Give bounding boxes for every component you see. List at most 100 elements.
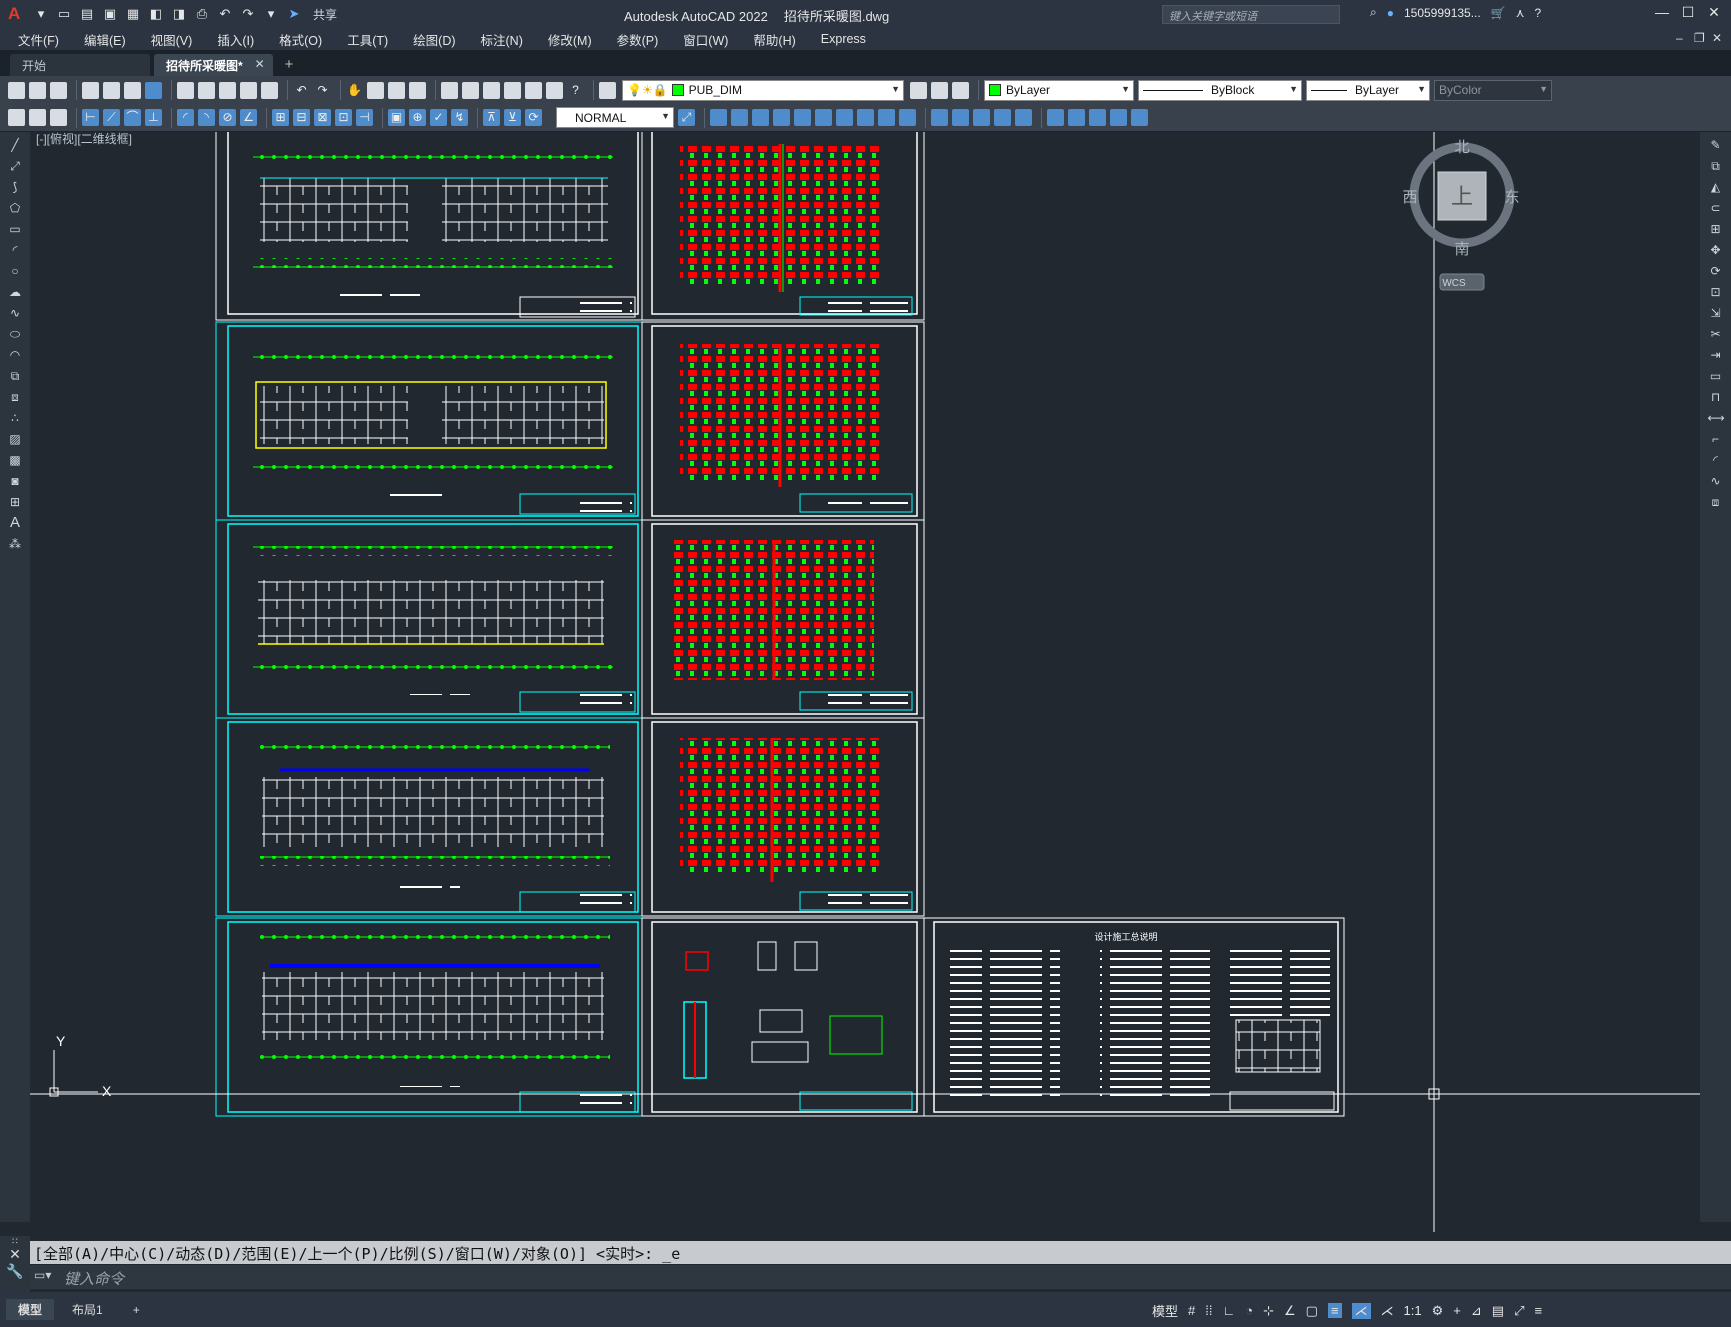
drawing-canvas[interactable]: [-][俯视][二维线框] 设计施工总说明 Y X 上 北 南 东 西 WCS: [30, 132, 1700, 1232]
menu-insert[interactable]: 插入(I): [217, 30, 254, 49]
diameter-dim-icon[interactable]: ⊘: [219, 109, 236, 126]
user-icon[interactable]: ●: [1387, 6, 1394, 20]
new-icon[interactable]: ▭: [56, 6, 72, 22]
jogged-dim-icon[interactable]: ◝: [198, 109, 215, 126]
send-back-icon[interactable]: [50, 109, 67, 126]
mtext-icon[interactable]: A: [7, 515, 23, 531]
angular-dim-icon[interactable]: ∠: [240, 109, 257, 126]
grid-icon[interactable]: #: [1188, 1303, 1195, 1318]
layer-previous-icon[interactable]: [931, 81, 948, 99]
save-web-icon[interactable]: ◨: [171, 6, 187, 22]
calculator-icon[interactable]: [546, 81, 563, 99]
doc-restore-icon[interactable]: ❐: [1694, 31, 1705, 45]
blend-curves-icon[interactable]: ∿: [1708, 473, 1724, 489]
circle-icon[interactable]: ○: [7, 263, 23, 279]
zoom-window-icon[interactable]: [388, 81, 405, 99]
make-block-icon[interactable]: ⧈: [7, 389, 23, 405]
block-editor-icon[interactable]: [261, 81, 278, 99]
draworder-icon[interactable]: [8, 109, 25, 126]
doc-close-icon[interactable]: ✕: [1712, 31, 1722, 45]
erase-icon[interactable]: [710, 109, 727, 126]
bring-front-icon[interactable]: [29, 109, 46, 126]
ungroup-icon[interactable]: [1089, 109, 1106, 126]
stretch-icon[interactable]: [878, 109, 895, 126]
qnew-icon[interactable]: [8, 81, 25, 99]
sheet-details[interactable]: [641, 917, 925, 1117]
menu-file[interactable]: 文件(F): [18, 30, 59, 49]
layer-state-icon[interactable]: [952, 81, 969, 99]
tab-drawing[interactable]: 招待所采暖图* ✕: [154, 54, 273, 76]
preview-icon[interactable]: [103, 81, 120, 99]
dim-space-icon[interactable]: ⊡: [335, 109, 352, 126]
scale-icon[interactable]: [857, 109, 874, 126]
close-tab-icon[interactable]: ✕: [255, 57, 265, 71]
matchprop-icon[interactable]: [240, 81, 257, 99]
grip-icon[interactable]: ∷: [0, 1236, 30, 1246]
inspect-icon[interactable]: ✓: [430, 109, 447, 126]
properties-icon[interactable]: [441, 81, 458, 99]
compass-south[interactable]: 南: [1454, 241, 1469, 258]
wcs-menu[interactable]: WCS: [1442, 278, 1466, 289]
viewcube[interactable]: 上 北 南 东 西 WCS: [1402, 139, 1520, 291]
plot-icon[interactable]: ⎙: [194, 6, 210, 22]
aligned-dim-icon[interactable]: ⟋: [103, 109, 120, 126]
center-mark-icon[interactable]: ⊕: [409, 109, 426, 126]
sheet-heating-system-1[interactable]: [641, 132, 925, 321]
rectangle-icon[interactable]: ▭: [7, 221, 23, 237]
command-prompt-icon[interactable]: ▭▾: [34, 1268, 51, 1282]
open-icon[interactable]: ▤: [79, 6, 95, 22]
save-icon[interactable]: ▣: [102, 6, 118, 22]
publish-icon[interactable]: [124, 81, 141, 99]
save-as-icon[interactable]: ▦: [125, 6, 141, 22]
polygon-icon[interactable]: ⬠: [7, 200, 23, 216]
maximize-icon[interactable]: ☐: [1678, 4, 1698, 21]
redo-icon[interactable]: ↷: [314, 82, 331, 99]
sheet-floor-plan-3[interactable]: [215, 519, 643, 719]
workspace-gear-icon[interactable]: ⚙: [1432, 1303, 1444, 1319]
minimize-icon[interactable]: —: [1652, 4, 1672, 20]
menu-parametric[interactable]: 参数(P): [617, 30, 659, 49]
color-dropdown[interactable]: ByLayer ▼: [984, 79, 1134, 101]
sheet-heating-system-4[interactable]: [641, 717, 925, 917]
dimedit-icon[interactable]: ⊼: [483, 109, 500, 126]
explode-icon[interactable]: ⧈: [1708, 494, 1724, 510]
osnap-track-icon[interactable]: ⊹: [1263, 1303, 1274, 1319]
ordinate-dim-icon[interactable]: ⊥: [145, 109, 162, 126]
share-label[interactable]: 共享: [313, 6, 337, 23]
customize-icon[interactable]: ▾: [263, 6, 279, 22]
dim-break-icon[interactable]: ⊣: [356, 109, 373, 126]
construction-line-icon[interactable]: ⤢: [7, 158, 23, 174]
continue-dim-icon[interactable]: ⊠: [314, 109, 331, 126]
menu-dimension[interactable]: 标注(N): [481, 30, 523, 49]
layer-dropdown[interactable]: 💡☀🔒 PUB_DIM ▼: [622, 79, 904, 101]
join-icon[interactable]: [973, 109, 990, 126]
menu-help[interactable]: 帮助(H): [753, 30, 795, 49]
tool-palettes-icon[interactable]: [483, 81, 500, 99]
spline-icon[interactable]: ∿: [7, 305, 23, 321]
viewport-controls[interactable]: [-][俯视][二维线框]: [36, 132, 132, 147]
region-icon[interactable]: ◙: [7, 473, 23, 489]
save-icon[interactable]: [50, 81, 67, 99]
sheet-heating-system-3[interactable]: [641, 519, 925, 719]
rotate-icon[interactable]: [836, 109, 853, 126]
viewcube-top-label[interactable]: 上: [1451, 184, 1473, 209]
menu-express[interactable]: Express: [821, 32, 866, 46]
menu-edit[interactable]: 编辑(E): [84, 30, 126, 49]
extend-icon[interactable]: [931, 109, 948, 126]
autoscale-icon[interactable]: ⋌: [1381, 1303, 1394, 1319]
plus-icon[interactable]: +: [1453, 1303, 1461, 1318]
sheet-floor-plan-1[interactable]: [215, 132, 643, 321]
annotation-scale[interactable]: 1:1: [1404, 1303, 1422, 1318]
share-icon[interactable]: ➤: [286, 6, 302, 22]
fillet-icon[interactable]: [1015, 109, 1032, 126]
close-icon[interactable]: ✕: [1704, 4, 1724, 21]
plotstyle-dropdown[interactable]: ByColor ▼: [1434, 79, 1552, 101]
linear-dim-icon[interactable]: ⊢: [82, 109, 99, 126]
point-icon[interactable]: ∴: [7, 410, 23, 426]
menu-format[interactable]: 格式(O): [279, 30, 322, 49]
snap-icon[interactable]: ⁞⁞: [1205, 1303, 1212, 1318]
quick-properties-icon[interactable]: ▤: [1492, 1303, 1504, 1319]
extend-icon[interactable]: ⇥: [1708, 347, 1724, 363]
tolerance-icon[interactable]: ▣: [388, 109, 405, 126]
customize-status-icon[interactable]: ≡: [1534, 1303, 1542, 1318]
